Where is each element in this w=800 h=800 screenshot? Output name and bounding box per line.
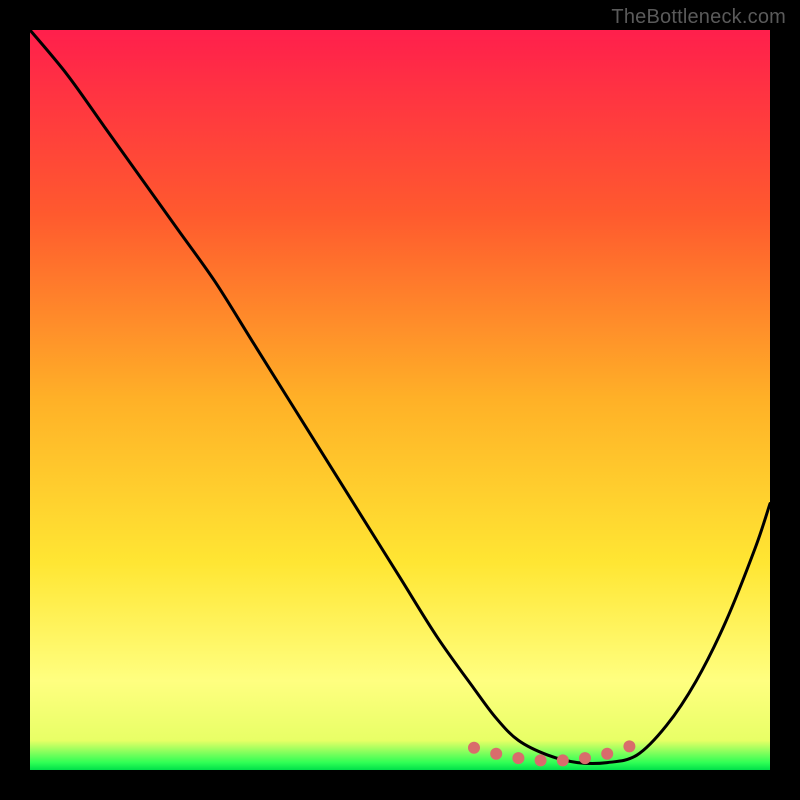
bottleneck-chart <box>0 0 800 800</box>
valley-marker <box>535 754 547 766</box>
valley-marker <box>512 752 524 764</box>
valley-marker <box>601 748 613 760</box>
valley-marker <box>490 748 502 760</box>
valley-marker <box>468 742 480 754</box>
valley-marker <box>623 740 635 752</box>
valley-marker <box>557 754 569 766</box>
chart-stage: TheBottleneck.com <box>0 0 800 800</box>
gradient-background <box>30 30 770 770</box>
valley-marker <box>579 752 591 764</box>
watermark-label: TheBottleneck.com <box>611 6 786 29</box>
